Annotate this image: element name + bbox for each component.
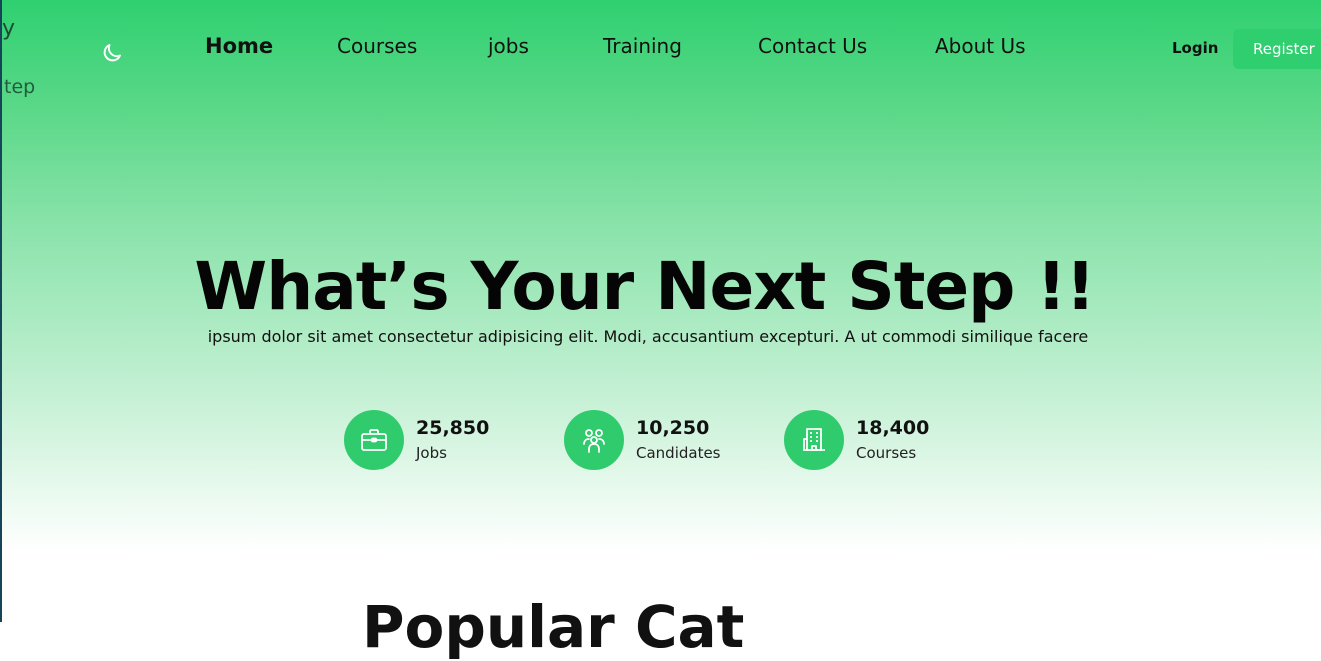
hero-section: y tep Home Courses jobs Training Contact… — [2, 0, 1321, 552]
next-section-title: Popular Cat — [362, 593, 745, 661]
nav-jobs[interactable]: jobs — [488, 34, 529, 58]
building-icon — [784, 410, 844, 470]
stat-label: Jobs — [416, 444, 447, 462]
stat-label: Courses — [856, 444, 917, 462]
brand-logo-fragment[interactable]: y — [2, 18, 15, 40]
hero-title: What’s Your Next Step !! — [194, 248, 1095, 325]
hero-subtitle: ipsum dolor sit amet consectetur adipisi… — [207, 327, 1089, 346]
briefcase-icon — [344, 410, 404, 470]
register-button[interactable]: Register — [1233, 29, 1321, 69]
login-link[interactable]: Login — [1172, 39, 1218, 57]
moon-icon[interactable] — [100, 41, 124, 65]
nav-contact-us[interactable]: Contact Us — [758, 34, 867, 58]
nav-about-us[interactable]: About Us — [935, 34, 1026, 58]
stat-value: 18,400 — [856, 417, 930, 439]
brand-tagline-fragment[interactable]: tep — [4, 76, 35, 98]
stat-value: 10,250 — [636, 417, 710, 439]
people-icon — [564, 410, 624, 470]
stat-label: Candidates — [636, 444, 721, 462]
nav-home[interactable]: Home — [205, 34, 273, 58]
nav-training[interactable]: Training — [603, 34, 682, 58]
stat-value: 25,850 — [416, 417, 490, 439]
nav-courses[interactable]: Courses — [337, 34, 417, 58]
